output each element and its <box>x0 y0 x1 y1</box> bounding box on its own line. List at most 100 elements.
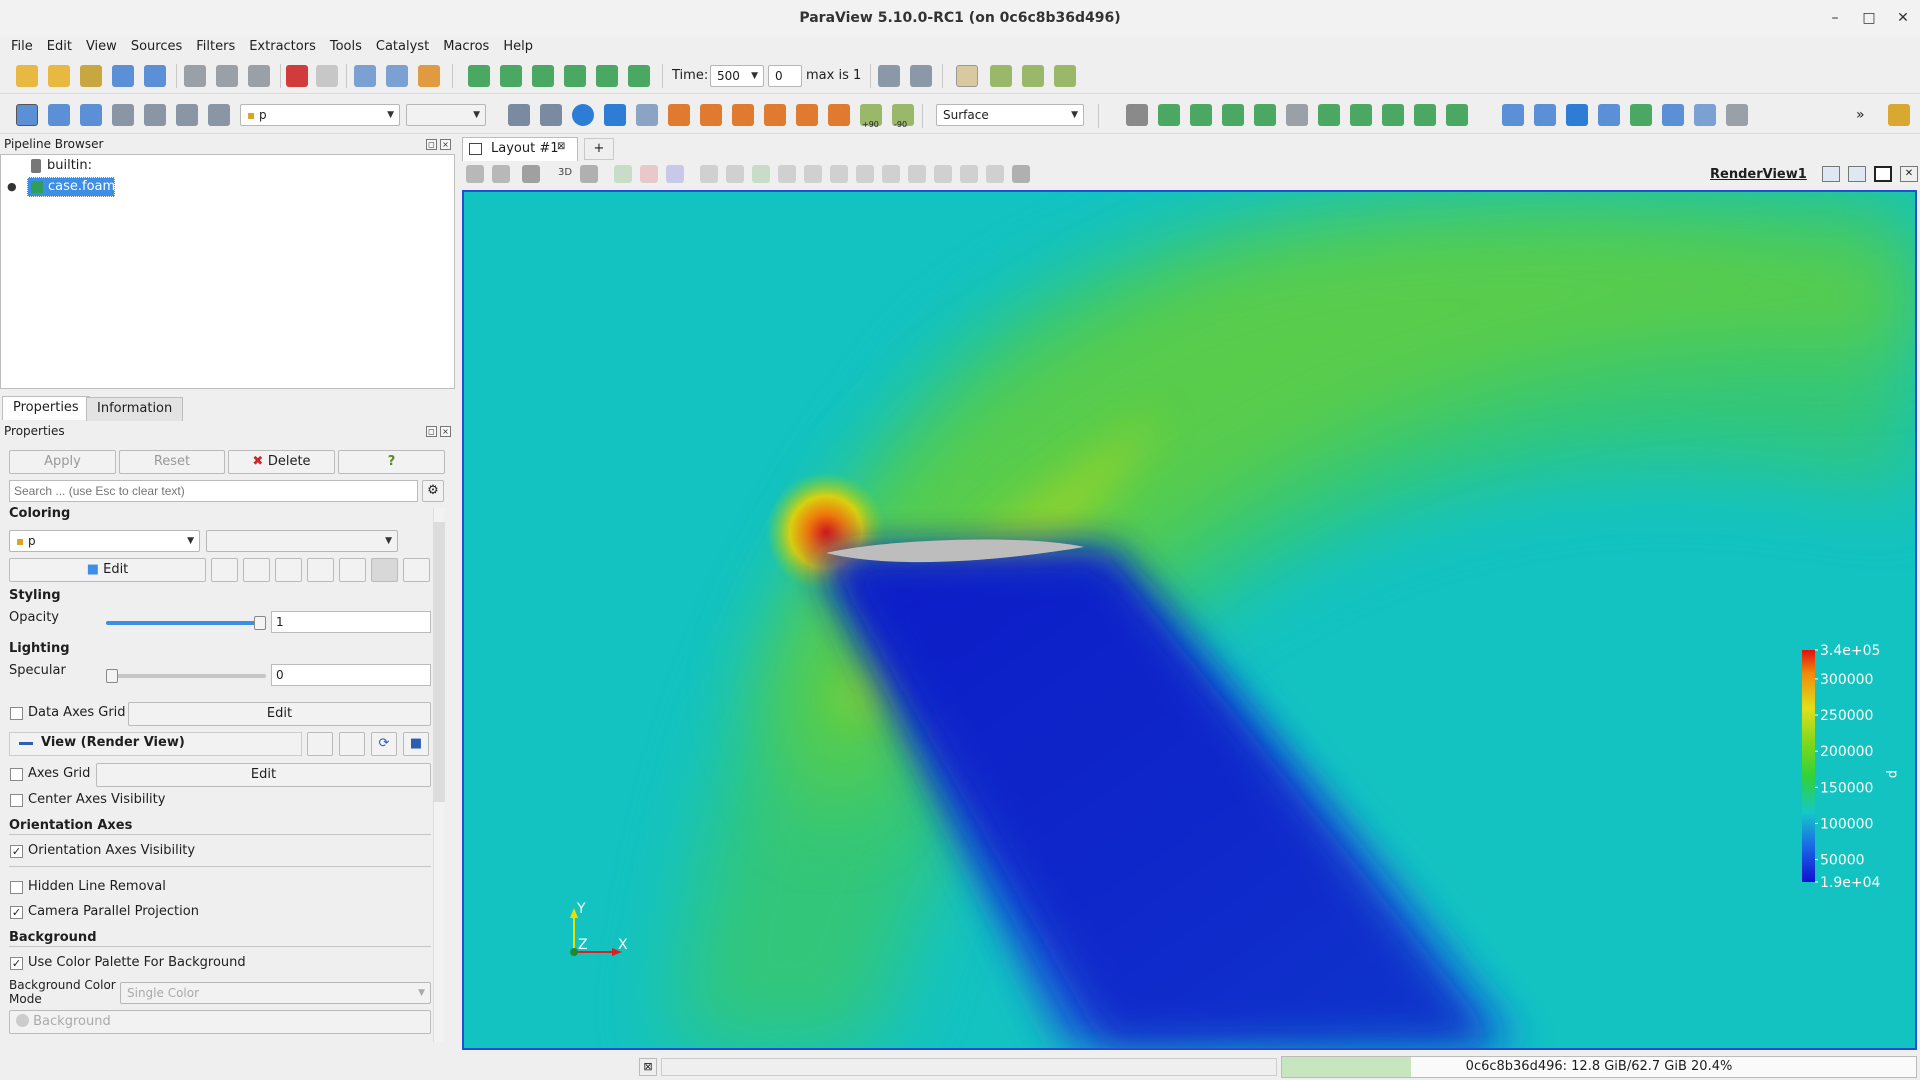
close-panel-icon[interactable]: × <box>440 426 451 437</box>
view-plus-y-icon[interactable] <box>732 104 754 126</box>
specular-value-input[interactable]: 0 <box>271 664 431 686</box>
maximize-view-icon[interactable] <box>1874 166 1892 182</box>
representation-combo[interactable]: Surface ▼ <box>936 104 1084 126</box>
edit-colormap-button[interactable]: ■ Edit <box>9 558 206 582</box>
view-minus-z-icon[interactable] <box>828 104 850 126</box>
gear-icon[interactable]: ⚙ <box>422 480 444 502</box>
coloring-variable-combo[interactable]: ▪ p ▼ <box>240 104 400 126</box>
close-tab-icon[interactable]: ⊠ <box>557 141 565 152</box>
plot-data-icon[interactable] <box>1598 104 1620 126</box>
extract-subset-icon[interactable] <box>1286 104 1308 126</box>
use-palette-checkbox[interactable]: ✓ <box>10 957 23 970</box>
add-layout-tab-button[interactable]: + <box>584 138 614 160</box>
minimize-button[interactable]: – <box>1818 0 1852 36</box>
reset-camera-closest-icon[interactable] <box>540 104 562 126</box>
coloring-component-select[interactable]: ▼ <box>206 530 398 552</box>
loop-icon[interactable] <box>628 65 650 87</box>
pipeline-item-builtin[interactable]: builtin: <box>47 158 92 173</box>
warp-by-vector-icon[interactable] <box>1382 104 1404 126</box>
opacity-slider[interactable] <box>106 621 266 625</box>
clip-icon[interactable] <box>1190 104 1212 126</box>
view-plus-x-icon[interactable] <box>668 104 690 126</box>
time-value-combo[interactable]: 500 ▼ <box>710 65 764 87</box>
grow-selection-icon[interactable] <box>882 165 900 183</box>
open-icon[interactable] <box>16 65 38 87</box>
pipeline-item-case-foam[interactable]: case.foam <box>27 177 115 197</box>
select-cells-icon[interactable] <box>614 165 632 183</box>
opacity-slider-handle[interactable] <box>254 616 266 630</box>
reset-session-icon[interactable] <box>248 65 270 87</box>
connect-icon[interactable] <box>112 65 134 87</box>
menu-sources[interactable]: Sources <box>124 36 189 58</box>
edit-selection-icon[interactable] <box>830 165 848 183</box>
braces-icon[interactable] <box>1726 104 1748 126</box>
rescale-all-icon[interactable] <box>208 104 230 126</box>
zoom-closest-icon[interactable] <box>604 104 626 126</box>
query-icon[interactable] <box>934 165 952 183</box>
view-minus-x-icon[interactable] <box>700 104 722 126</box>
shrink-selection-icon[interactable] <box>908 165 926 183</box>
reset-center-icon[interactable] <box>990 65 1012 87</box>
zoom-to-box-icon[interactable] <box>910 65 932 87</box>
render-view[interactable]: Y Z X 3.4e+05 300000 250000 200000 150000 100… <box>462 190 1917 1050</box>
rescale-custom-button[interactable] <box>275 558 302 582</box>
menu-file[interactable]: File <box>4 36 40 58</box>
subtract-selection-icon[interactable] <box>986 165 1004 183</box>
scrollbar-thumb[interactable] <box>433 522 445 802</box>
first-frame-icon[interactable] <box>468 65 490 87</box>
screenshot-icon[interactable] <box>522 165 540 183</box>
axes-grid-edit-button[interactable]: Edit <box>96 763 431 787</box>
rescale-temporal-button[interactable] <box>307 558 334 582</box>
bg-mode-select[interactable]: Single Color ▼ <box>120 982 431 1004</box>
component-combo[interactable]: ▼ <box>406 104 486 126</box>
rescale-temporal-icon[interactable] <box>144 104 166 126</box>
stream-tracer-icon[interactable] <box>1350 104 1372 126</box>
last-frame-icon[interactable] <box>596 65 618 87</box>
reset-range-icon[interactable] <box>80 104 102 126</box>
undo-icon[interactable] <box>286 65 308 87</box>
extract-selection-icon[interactable] <box>856 165 874 183</box>
view-minus-y-icon[interactable] <box>764 104 786 126</box>
float-panel-icon[interactable]: ◻ <box>426 426 437 437</box>
slice-icon[interactable] <box>1222 104 1244 126</box>
memory-usage-bar[interactable]: 0c6c8b36d496: 12.8 GiB/62.7 GiB 20.4% <box>1281 1056 1917 1078</box>
show-center-icon[interactable] <box>1022 65 1044 87</box>
pick-center-icon[interactable] <box>956 65 978 87</box>
close-button[interactable]: ✕ <box>1886 0 1920 36</box>
data-axes-grid-checkbox[interactable] <box>10 707 23 720</box>
select-frustum-icon[interactable] <box>666 165 684 183</box>
view-name-label[interactable]: RenderView1 <box>1710 167 1807 182</box>
edit-color-legend-button[interactable] <box>403 558 430 582</box>
glyph-icon[interactable] <box>1318 104 1340 126</box>
rescale-data-button[interactable] <box>243 558 270 582</box>
close-view-icon[interactable]: ✕ <box>1900 166 1918 182</box>
hover-points-icon[interactable] <box>778 165 796 183</box>
close-panel-icon[interactable]: × <box>440 139 451 150</box>
choose-preset-button[interactable] <box>211 558 238 582</box>
next-frame-icon[interactable] <box>564 65 586 87</box>
clear-selection-icon[interactable] <box>1012 165 1030 183</box>
save-defaults-icon[interactable]: ■ <box>403 732 429 756</box>
python-calculator-icon[interactable] <box>1630 104 1652 126</box>
zoom-to-data-icon[interactable] <box>878 65 900 87</box>
rotate-center-icon[interactable] <box>1054 65 1076 87</box>
save-data-icon[interactable] <box>80 65 102 87</box>
tab-layout-1[interactable]: Layout #1 ⊠ <box>462 137 578 161</box>
clear-status-icon[interactable]: ⊠ <box>639 1058 657 1076</box>
play-icon[interactable] <box>532 65 554 87</box>
menu-help[interactable]: Help <box>496 36 540 58</box>
background-color-button[interactable]: Background <box>9 1010 431 1034</box>
time-index-spinbox[interactable]: 0 <box>768 65 802 87</box>
tab-information[interactable]: Information <box>86 397 184 421</box>
toggle-color-legend-icon[interactable] <box>16 104 38 126</box>
hover-cells-icon[interactable] <box>804 165 822 183</box>
menu-catalyst[interactable]: Catalyst <box>369 36 436 58</box>
split-horizontal-icon[interactable] <box>1822 166 1840 182</box>
menu-view[interactable]: View <box>79 36 124 58</box>
split-vertical-icon[interactable] <box>1848 166 1866 182</box>
menu-filters[interactable]: Filters <box>189 36 242 58</box>
temporal-icon[interactable] <box>1662 104 1684 126</box>
probe-line-icon[interactable] <box>1502 104 1524 126</box>
properties-search-input[interactable] <box>9 480 418 502</box>
axes-grid-checkbox[interactable] <box>10 768 23 781</box>
